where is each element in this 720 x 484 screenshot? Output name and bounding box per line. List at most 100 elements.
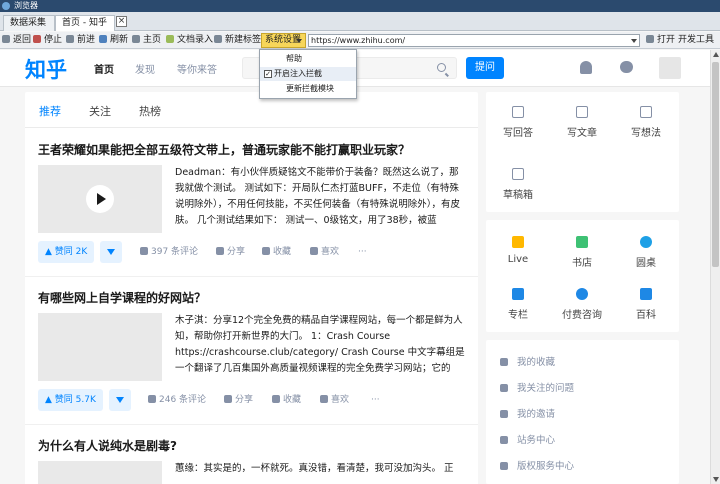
avatar[interactable]	[659, 57, 681, 79]
open-button[interactable]: 打开	[646, 32, 675, 49]
forward-icon	[66, 35, 74, 43]
nav-waiting-answers[interactable]: 等你来答	[177, 61, 217, 76]
tab-data-collection[interactable]: 数据采集	[3, 15, 55, 31]
card-excerpt[interactable]: Deadman：有小伙伴质疑铭文不能带价于装备？既然这么说了，那我就做个测试。 …	[175, 165, 467, 229]
share-button[interactable]: 分享	[216, 241, 245, 263]
more-button[interactable]: ···	[371, 389, 380, 411]
comments-button[interactable]: 246 条评论	[148, 389, 206, 411]
share-icon	[216, 247, 224, 255]
paid-consult-button[interactable]: 付费咨询	[550, 288, 614, 321]
upvote-button[interactable]: ▲ 赞同 2K	[38, 241, 95, 263]
collect-button[interactable]: 收藏	[262, 241, 291, 263]
scroll-down-icon[interactable]	[713, 477, 719, 482]
comments-button[interactable]: 397 条评论	[140, 241, 198, 263]
home-icon	[132, 35, 140, 43]
encyclopedia-button[interactable]: 百科	[614, 288, 678, 321]
refresh-icon	[99, 35, 107, 43]
home-button[interactable]: 主页	[132, 32, 161, 49]
back-icon	[2, 35, 10, 43]
column-button[interactable]: 专栏	[486, 288, 550, 321]
share-button[interactable]: 分享	[224, 389, 253, 411]
tab-zhihu-home[interactable]: 首页 - 知乎 ...	[55, 15, 115, 43]
scroll-thumb[interactable]	[712, 62, 719, 267]
forward-button[interactable]: 前进	[66, 32, 95, 49]
feed-tab-follow[interactable]: 关注	[89, 103, 111, 119]
lightning-icon	[512, 236, 524, 248]
sidebar-item-followed-questions[interactable]: 我关注的问题	[500, 380, 574, 394]
doc-inject-button[interactable]: 文档录入	[166, 32, 213, 49]
sidebar-create-panel: 写回答 写文章 写想法 草稿箱	[486, 92, 679, 212]
card-title[interactable]: 为什么有人说纯水是剧毒?	[38, 437, 177, 454]
write-answer-button[interactable]: 写回答	[486, 106, 550, 139]
menu-item-update-intercept[interactable]: 更新拦截模块	[260, 82, 356, 96]
feed-tab-hot[interactable]: 热榜	[139, 103, 161, 119]
page-scrollbar[interactable]	[710, 50, 720, 484]
dev-tools-button[interactable]: 开发工具	[678, 32, 714, 49]
card-title[interactable]: 王者荣耀如果能把全部五级符文带上，普通玩家能不能打赢职业玩家？	[38, 141, 410, 158]
service-icon	[500, 436, 508, 444]
nav-discover[interactable]: 发现	[135, 61, 155, 76]
card-title[interactable]: 有哪些网上自学课程的好网站？	[38, 289, 206, 306]
stop-button[interactable]: 停止	[33, 32, 62, 49]
heart-icon	[310, 247, 318, 255]
tab-close-icon[interactable]: ×	[116, 16, 127, 27]
consult-icon	[576, 288, 588, 300]
roundtable-icon	[640, 236, 652, 248]
video-thumbnail[interactable]	[38, 165, 162, 233]
upvote-button[interactable]: ▲ 赞同 5.7K	[38, 389, 103, 411]
sidebar-item-service-center[interactable]: 站务中心	[500, 432, 555, 446]
back-button[interactable]: 返回	[2, 32, 31, 49]
pen-icon	[576, 106, 588, 118]
star-icon	[262, 247, 270, 255]
scroll-up-icon[interactable]	[713, 52, 719, 57]
menu-item-help[interactable]: 帮助	[260, 52, 356, 66]
feed-card: 为什么有人说纯水是剧毒? 蕙缘：其实是的，一杯就死。真没错，看清楚，我可没加沟头…	[25, 425, 478, 484]
comment-icon	[140, 247, 148, 255]
downvote-button[interactable]	[109, 389, 131, 411]
card-excerpt[interactable]: 木子淇：分享12个完全免费的精品自学课程网站，每一个都是鲜为人知，帮助你打开新世…	[175, 313, 467, 377]
site-logo[interactable]: 知乎	[25, 54, 67, 84]
nav-home[interactable]: 首页	[94, 61, 114, 76]
new-tab-button[interactable]: 新建标签	[214, 32, 261, 49]
live-button[interactable]: Live	[486, 236, 550, 265]
stop-icon	[33, 35, 41, 43]
feed-card: 王者荣耀如果能把全部五级符文带上，普通玩家能不能打赢职业玩家？ Deadman：…	[25, 129, 478, 277]
like-button[interactable]: 喜欢	[320, 389, 349, 411]
thought-icon	[640, 106, 652, 118]
star-icon	[500, 358, 508, 366]
checkbox-icon[interactable]: ✓	[264, 70, 272, 78]
sidebar-item-collections[interactable]: 我的收藏	[500, 354, 555, 368]
like-button[interactable]: 喜欢	[310, 241, 339, 263]
downvote-button[interactable]	[100, 241, 122, 263]
drafts-button[interactable]: 草稿箱	[486, 168, 550, 201]
draft-icon	[512, 168, 524, 180]
ask-button[interactable]: 提问	[466, 57, 504, 79]
play-icon[interactable]	[86, 185, 114, 213]
card-excerpt[interactable]: 蕙缘：其实是的，一杯就死。真没错，看清楚，我可没加沟头。 正	[175, 461, 467, 477]
search-icon[interactable]	[437, 63, 446, 72]
url-input[interactable]: https://www.zhihu.com/	[308, 34, 640, 47]
write-thought-button[interactable]: 写想法	[614, 106, 678, 139]
more-button[interactable]: ···	[358, 241, 367, 263]
new-tab-icon	[214, 35, 222, 43]
sidebar-item-copyright-center[interactable]: 版权服务中心	[500, 458, 574, 472]
collect-button[interactable]: 收藏	[272, 389, 301, 411]
menu-item-inject-intercept[interactable]: ✓ 开启注入拦截	[260, 67, 356, 81]
doc-icon	[166, 35, 174, 43]
bell-icon[interactable]	[580, 61, 592, 74]
message-icon[interactable]	[620, 61, 633, 73]
card-thumbnail[interactable]	[38, 313, 162, 381]
card-thumbnail[interactable]	[38, 461, 162, 484]
write-article-button[interactable]: 写文章	[550, 106, 614, 139]
system-settings-button[interactable]: 系统设置	[261, 33, 306, 48]
edit-icon	[512, 106, 524, 118]
sidebar-item-invitations[interactable]: 我的邀请	[500, 406, 555, 420]
url-dropdown-icon[interactable]	[631, 39, 637, 43]
feed-tab-recommend[interactable]: 推荐	[39, 103, 61, 119]
bookstore-button[interactable]: 书店	[550, 236, 614, 269]
feed-card: 有哪些网上自学课程的好网站？ 木子淇：分享12个完全免费的精品自学课程网站，每一…	[25, 277, 478, 425]
roundtable-button[interactable]: 圆桌	[614, 236, 678, 269]
refresh-button[interactable]: 刷新	[99, 32, 128, 49]
encyclopedia-icon	[640, 288, 652, 300]
window-titlebar: 浏览器	[0, 0, 720, 12]
